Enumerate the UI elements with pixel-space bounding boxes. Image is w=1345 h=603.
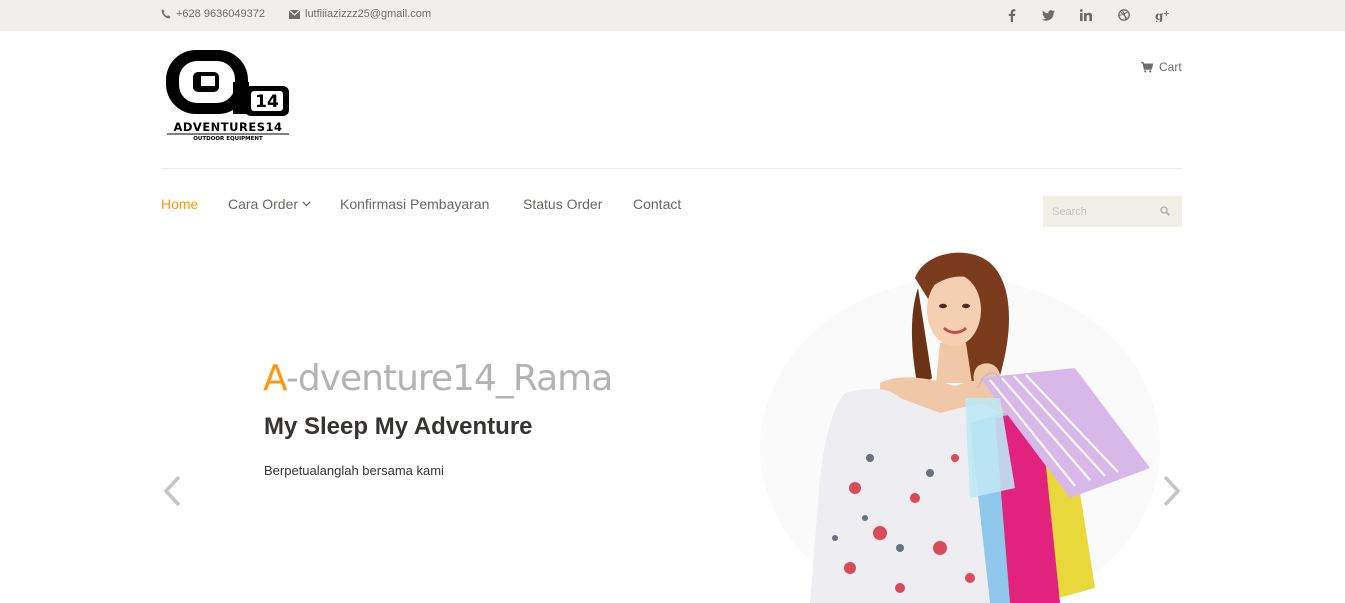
slider-prev-button[interactable] [160, 475, 184, 512]
nav-contact[interactable]: Contact [633, 196, 681, 212]
slide-subtitle: My Sleep My Adventure [264, 413, 533, 440]
logo-mark: 14 [255, 92, 279, 112]
envelope-icon [289, 9, 300, 19]
cart-link[interactable]: Cart [1141, 60, 1182, 74]
search-input[interactable] [1043, 196, 1153, 227]
site-logo[interactable]: 14 ADVENTURES14 OUTDOOR EQUIPMENT [163, 46, 293, 144]
shopping-cart-icon [1141, 61, 1153, 73]
phone-number: +628 9636049372 [176, 8, 266, 20]
chevron-right-icon [1162, 475, 1182, 512]
linkedin-icon[interactable] [1076, 6, 1096, 24]
slider-next-button[interactable] [1160, 475, 1184, 512]
search-box [1043, 196, 1182, 227]
logo-name: ADVENTURES14 [173, 120, 282, 134]
cart-label: Cart [1159, 60, 1182, 74]
google-plus-icon[interactable]: g + [1152, 6, 1172, 24]
nav-status-order[interactable]: Status Order [523, 196, 602, 212]
svg-text:+: + [1163, 9, 1170, 18]
slide-title-rest: -dventure14_Rama [285, 358, 613, 399]
chevron-down-icon [302, 201, 311, 207]
header-divider [161, 168, 1182, 169]
phone-contact[interactable]: +628 9636049372 [161, 8, 265, 20]
chevron-left-icon [162, 475, 182, 512]
email-address: lutfiiiazizzz25@gmail.com [305, 8, 432, 20]
nav-home[interactable]: Home [161, 196, 198, 212]
email-contact[interactable]: lutfiiiazizzz25@gmail.com [289, 8, 431, 20]
nav-cara-order-label: Cara Order [228, 196, 299, 212]
nav-cara-order[interactable]: Cara Order [228, 196, 311, 212]
slide-text: Berpetualanglah bersama kami [264, 463, 444, 478]
facebook-icon[interactable] [1002, 6, 1022, 24]
logo-tagline: OUTDOOR EQUIPMENT [193, 136, 263, 142]
top-bar: +628 9636049372 lutfiiiazizzz25@gmail.co… [0, 0, 1345, 31]
twitter-icon[interactable] [1038, 6, 1058, 24]
slide-title-first-letter: A [263, 358, 287, 399]
nav-konfirmasi-pembayaran[interactable]: Konfirmasi Pembayaran [340, 196, 489, 212]
search-icon[interactable] [1160, 206, 1170, 216]
phone-icon [161, 9, 171, 19]
hero-image [740, 248, 1160, 603]
dribbble-icon[interactable] [1114, 6, 1134, 24]
slide-title: A-dventure14_Rama [263, 358, 613, 399]
